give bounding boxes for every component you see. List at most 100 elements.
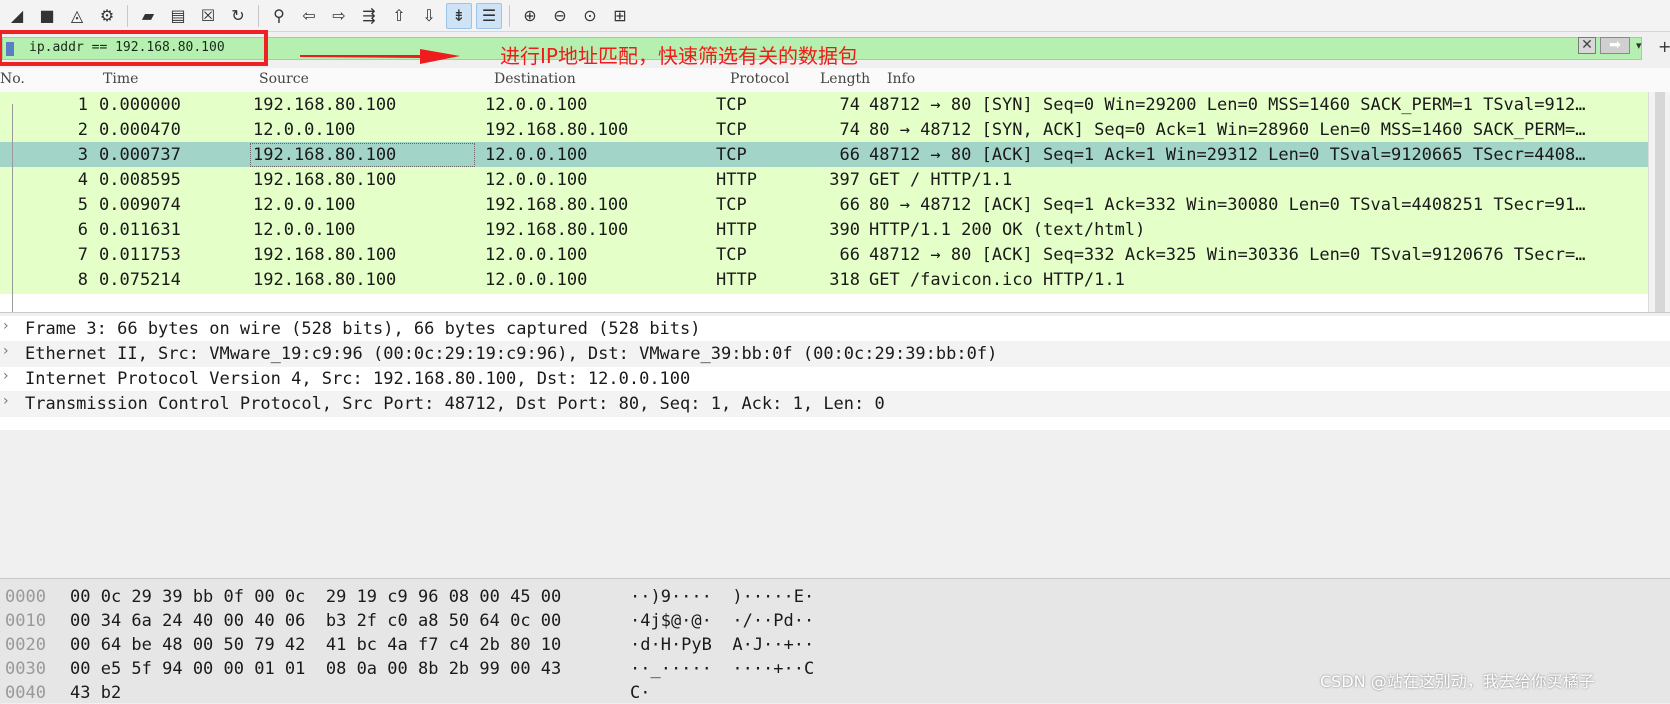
- detail-text: Transmission Control Protocol, Src Port:…: [25, 394, 885, 414]
- packet-destination: 192.168.80.100: [485, 120, 629, 140]
- expand-chevron-icon[interactable]: ›: [3, 343, 9, 359]
- restart-capture-icon[interactable]: ◬: [64, 3, 90, 29]
- column-header-destination[interactable]: Destination: [494, 71, 576, 87]
- packet-row[interactable]: 5 0.009074 12.0.0.100 192.168.80.100 TCP 66 80…: [0, 192, 1648, 219]
- scrollbar-thumb[interactable]: [1655, 92, 1665, 312]
- packet-destination: 12.0.0.100: [485, 145, 588, 165]
- ascii-bytes[interactable]: ·4j$@·@· ·/··Pd··: [630, 611, 814, 631]
- packet-destination: 192.168.80.100: [485, 220, 629, 240]
- hex-offset[interactable]: 0010: [5, 611, 46, 631]
- hex-bytes[interactable]: 00 e5 5f 94 00 00 01 01 08 0a 00 8b 2b 9…: [70, 659, 561, 679]
- detail-text: Frame 3: 66 bytes on wire (528 bits), 66…: [25, 319, 701, 339]
- hex-bytes[interactable]: 00 64 be 48 00 50 79 42 41 bc 4a f7 c4 2…: [70, 635, 561, 655]
- toolbar-separator: [509, 4, 510, 27]
- packet-row[interactable]: 3 0.000737 192.168.80.100 12.0.0.100 TCP 66 48…: [0, 142, 1648, 169]
- packet-info: GET / HTTP/1.1: [869, 170, 1013, 190]
- go-to-packet-icon[interactable]: ⇶: [356, 3, 382, 29]
- packet-list: No. Time Source Destination Protocol Len…: [0, 68, 1670, 313]
- hex-dump-row: 0000 00 0c 29 39 bb 0f 00 0c 29 19 c9 96 …: [0, 584, 1670, 608]
- column-header-source[interactable]: Source: [259, 71, 309, 87]
- packet-time: 0.009074: [99, 195, 181, 215]
- stop-capture-icon[interactable]: ■: [34, 3, 60, 29]
- expand-chevron-icon[interactable]: ›: [3, 368, 9, 384]
- go-first-packet-icon[interactable]: ⇧: [386, 3, 412, 29]
- toolbar-separator: [258, 4, 259, 27]
- resize-columns-icon[interactable]: ⊞: [607, 3, 633, 29]
- zoom-normal-icon[interactable]: ⊙: [577, 3, 603, 29]
- packet-length: 318: [829, 270, 860, 290]
- packet-info: 80 → 48712 [ACK] Seq=1 Ack=332 Win=30080…: [869, 195, 1586, 215]
- detail-tree-item[interactable]: › Transmission Control Protocol, Src Port…: [0, 391, 1670, 417]
- packet-row[interactable]: 6 0.011631 12.0.0.100 192.168.80.100 HTTP 390…: [0, 217, 1648, 244]
- ascii-bytes[interactable]: C·: [630, 683, 650, 703]
- packet-row[interactable]: 7 0.011753 192.168.80.100 12.0.0.100 TCP 66 48…: [0, 242, 1648, 269]
- colorize-icon[interactable]: ☰: [476, 2, 502, 29]
- packet-row[interactable]: 8 0.075214 192.168.80.100 12.0.0.100 HTTP 318…: [0, 267, 1648, 294]
- detail-tree-item[interactable]: › Internet Protocol Version 4, Src: 192.1…: [0, 366, 1670, 392]
- save-file-icon[interactable]: ▤: [165, 3, 191, 29]
- packet-row[interactable]: 2 0.000470 12.0.0.100 192.168.80.100 TCP 74 80…: [0, 117, 1648, 144]
- packet-time: 0.011631: [99, 220, 181, 240]
- packet-details-pane: › Frame 3: 66 bytes on wire (528 bits), 6…: [0, 316, 1670, 430]
- packet-destination: 192.168.80.100: [485, 195, 629, 215]
- packet-protocol: HTTP: [716, 220, 757, 240]
- annotation-arrow-icon: [300, 49, 460, 64]
- hex-bytes[interactable]: 00 0c 29 39 bb 0f 00 0c 29 19 c9 96 08 0…: [70, 587, 561, 607]
- hex-offset[interactable]: 0040: [5, 683, 46, 703]
- ascii-bytes[interactable]: ·d·H·PyB A·J··+··: [630, 635, 814, 655]
- ascii-bytes[interactable]: ··_····· ····+··C: [630, 659, 814, 679]
- packet-protocol: TCP: [716, 95, 747, 115]
- packet-destination: 12.0.0.100: [485, 95, 588, 115]
- hex-offset[interactable]: 0000: [5, 587, 46, 607]
- packet-length: 390: [829, 220, 860, 240]
- main-toolbar: ◢ ■ ◬ ⚙ ▰ ▤ ☒ ↻ ⚲ ⇦ ⇨ ⇶ ⇧ ⇩ ⇟ ☰ ⊕ ⊖ ⊙ ⊞: [0, 0, 1670, 32]
- packet-source: 12.0.0.100: [253, 120, 356, 140]
- hex-bytes[interactable]: 43 b2: [70, 683, 121, 703]
- hex-offset[interactable]: 0030: [5, 659, 46, 679]
- go-back-icon[interactable]: ⇦: [296, 3, 322, 29]
- start-capture-icon[interactable]: ◢: [4, 3, 30, 29]
- apply-filter-button[interactable]: ➡: [1600, 37, 1630, 54]
- packet-time: 0.000470: [99, 120, 181, 140]
- annotation-text: 进行IP地址匹配，快速筛选有关的数据包: [500, 44, 858, 68]
- filter-history-dropdown-icon[interactable]: ▾: [1636, 39, 1642, 52]
- packet-info: 48712 → 80 [SYN] Seq=0 Win=29200 Len=0 M…: [869, 95, 1586, 115]
- packet-row[interactable]: 4 0.008595 192.168.80.100 12.0.0.100 HTTP 397…: [0, 167, 1648, 194]
- go-forward-icon[interactable]: ⇨: [326, 3, 352, 29]
- add-filter-button[interactable]: +: [1658, 37, 1670, 56]
- zoom-out-icon[interactable]: ⊖: [547, 3, 573, 29]
- close-file-icon[interactable]: ☒: [195, 3, 221, 29]
- hex-offset[interactable]: 0020: [5, 635, 46, 655]
- detail-text: Internet Protocol Version 4, Src: 192.16…: [25, 369, 691, 389]
- packet-info: 80 → 48712 [SYN, ACK] Seq=0 Ack=1 Win=28…: [869, 120, 1586, 140]
- expand-chevron-icon[interactable]: ›: [3, 318, 9, 334]
- packet-info: 48712 → 80 [ACK] Seq=1 Ack=1 Win=29312 L…: [869, 145, 1586, 165]
- open-file-icon[interactable]: ▰: [135, 3, 161, 29]
- packet-source: 192.168.80.100: [253, 170, 397, 190]
- column-header-length[interactable]: Length: [820, 71, 870, 87]
- packet-destination: 12.0.0.100: [485, 170, 588, 190]
- hex-bytes[interactable]: 00 34 6a 24 40 00 40 06 b3 2f c0 a8 50 6…: [70, 611, 561, 631]
- packet-source: 192.168.80.100: [253, 95, 397, 115]
- packet-time: 0.075214: [99, 270, 181, 290]
- packet-time: 0.000737: [99, 145, 181, 165]
- zoom-in-icon[interactable]: ⊕: [517, 3, 543, 29]
- packet-protocol: HTTP: [716, 170, 757, 190]
- find-packet-icon[interactable]: ⚲: [266, 3, 292, 29]
- reload-file-icon[interactable]: ↻: [225, 3, 251, 29]
- ascii-bytes[interactable]: ··)9···· )·····E·: [630, 587, 814, 607]
- detail-tree-item[interactable]: › Frame 3: 66 bytes on wire (528 bits), 6…: [0, 316, 1670, 342]
- column-header-info[interactable]: Info: [887, 71, 915, 87]
- capture-options-icon[interactable]: ⚙: [94, 3, 120, 29]
- go-last-packet-icon[interactable]: ⇩: [416, 3, 442, 29]
- packet-row[interactable]: 1 0.000000 192.168.80.100 12.0.0.100 TCP 74 48…: [0, 92, 1648, 119]
- expand-chevron-icon[interactable]: ›: [3, 393, 9, 409]
- auto-scroll-icon[interactable]: ⇟: [446, 2, 472, 29]
- packet-list-scrollbar[interactable]: [1648, 92, 1670, 312]
- packet-destination: 12.0.0.100: [485, 270, 588, 290]
- column-header-protocol[interactable]: Protocol: [730, 71, 789, 87]
- column-header-no[interactable]: No.: [0, 71, 25, 87]
- detail-tree-item[interactable]: › Ethernet II, Src: VMware_19:c9:96 (00:0…: [0, 341, 1670, 367]
- column-header-time[interactable]: Time: [103, 71, 138, 87]
- clear-filter-button[interactable]: ✕: [1578, 37, 1596, 54]
